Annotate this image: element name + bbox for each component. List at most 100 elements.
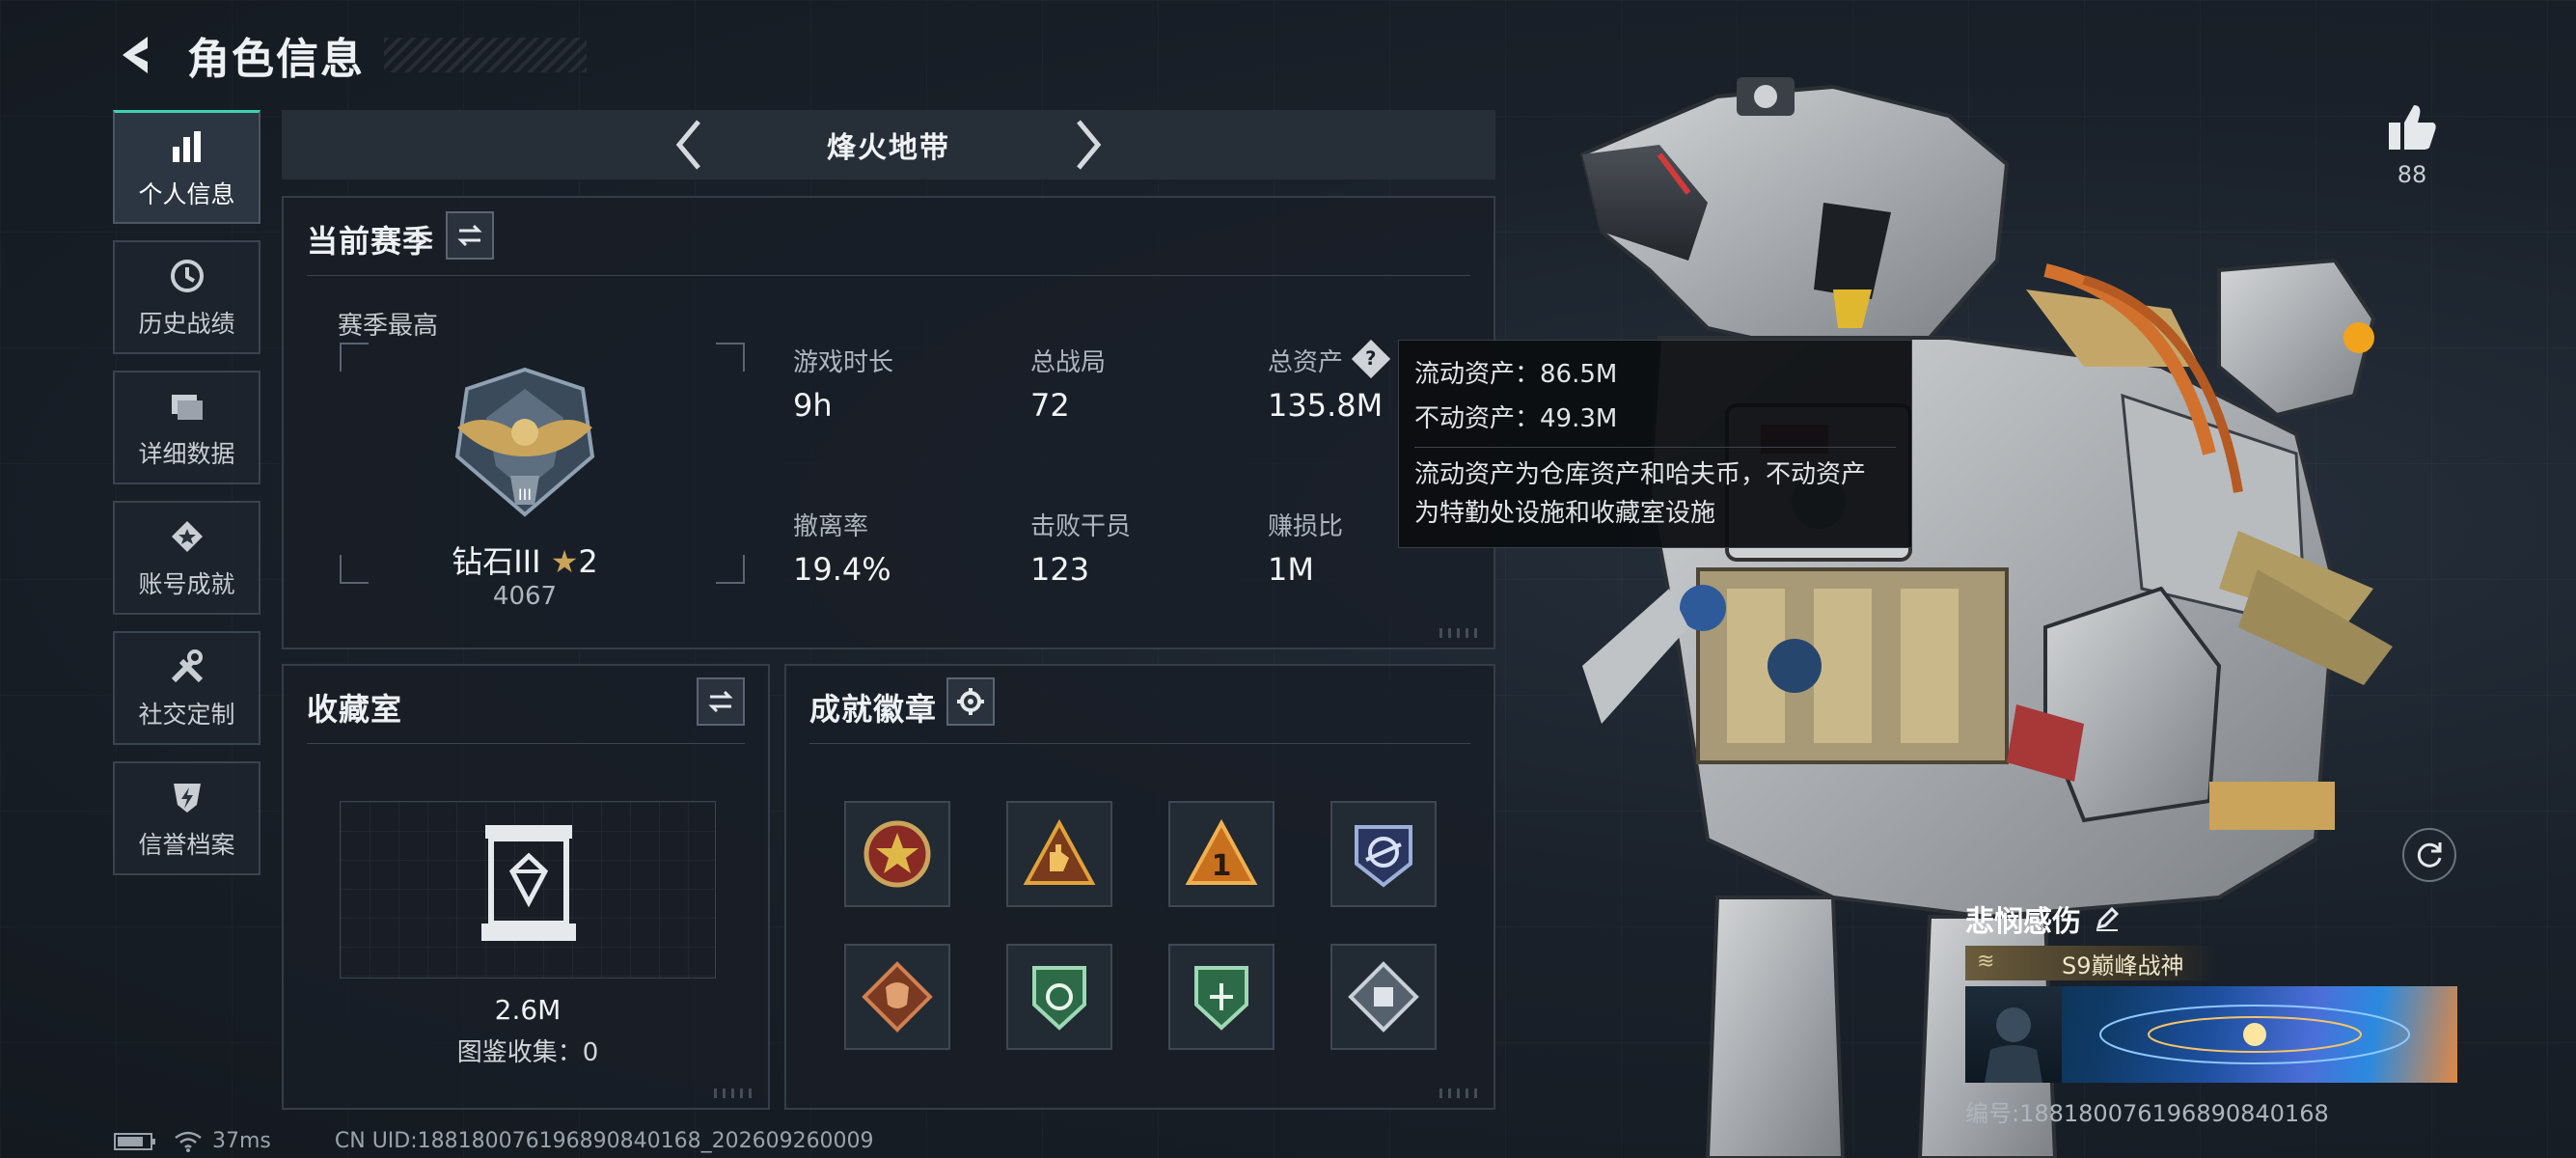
banner-artwork (2099, 1005, 2410, 1064)
sidebar-item-history[interactable]: 历史战绩 (113, 240, 260, 354)
sidebar-item-label: 账号成就 (138, 570, 235, 598)
rank-name: 钻石III (452, 543, 541, 580)
tooltip-desc-line1: 流动资产为仓库资产和哈夫币，不动资产 (1414, 460, 1867, 489)
title-wings-icon: ≋ (1977, 950, 1995, 974)
player-name: 悲悯感伤 (1965, 905, 2081, 939)
stat-value-total-assets: 135.8M (1268, 387, 1384, 424)
stat-value-kills: 123 (1030, 551, 1090, 588)
stat-value-profit-ratio: 1M (1268, 551, 1314, 588)
mode-title: 烽火地带 (827, 131, 950, 165)
page-title: 角色信息 (187, 35, 365, 84)
rank-stars: 2 (578, 543, 598, 580)
mode-prev-button[interactable] (660, 116, 718, 174)
divider (307, 743, 745, 744)
back-button[interactable] (108, 26, 166, 84)
uid-text: CN UID:1881800761968908401​68_2026092600… (334, 1129, 874, 1153)
display-case-icon (481, 825, 576, 941)
badges-title: 成就徽章 (809, 691, 938, 728)
dragon-badge-icon[interactable] (844, 944, 950, 1050)
tooltip-fixed-assets: 不动资产：49.3M (1414, 404, 1618, 433)
collection-preview[interactable] (340, 801, 716, 979)
gear-icon (957, 688, 984, 715)
collection-title: 收藏室 (307, 691, 403, 728)
sidebar-item-detailed-data[interactable]: 详细数据 (113, 371, 260, 484)
collection-value: 2.6M (494, 994, 562, 1026)
back-arrow-icon (123, 37, 148, 73)
green-shield-badge-icon[interactable] (1168, 944, 1274, 1050)
hand-badge-icon[interactable] (1006, 801, 1112, 907)
player-id: 编号:1881800761968908401​68 (1965, 1100, 2329, 1127)
player-namecard[interactable]: 悲悯感伤 ≋ S9巅峰战神 编号:1881800761968908401​68 (1965, 897, 2457, 1128)
panel-decoration (1439, 628, 1480, 638)
star-badge-icon[interactable] (844, 801, 950, 907)
svg-text:1: 1 (1212, 849, 1232, 883)
bar-chart-icon (166, 125, 208, 168)
badges-panel: 成就徽章 1 (784, 664, 1495, 1110)
rotate-view-button[interactable] (2402, 828, 2456, 882)
stat-value-play-time: 9h (793, 387, 833, 424)
frame-corner (340, 343, 369, 372)
ping-value: 37ms (212, 1129, 271, 1153)
wifi-icon (175, 1131, 202, 1152)
history-clock-icon (166, 255, 208, 297)
tooltip-liquid-assets: 流动资产：86.5M (1414, 360, 1618, 389)
tools-icon (166, 646, 208, 688)
collection-panel: 收藏室 2.6M 图鉴收集：0 (282, 664, 770, 1110)
eagle-badge-icon[interactable] (1330, 801, 1437, 907)
stat-label-total-assets: 总资产 (1268, 348, 1344, 377)
season-title: 当前赛季 (307, 223, 435, 260)
stat-label-extract-rate: 撤离率 (793, 512, 869, 541)
panel-decoration (714, 1089, 754, 1098)
green-shield-badge-icon[interactable] (1006, 944, 1112, 1050)
swap-arrows-icon (457, 224, 482, 247)
rank-line: 钻石III ★2 (284, 538, 766, 582)
like-button[interactable]: 88 (2383, 101, 2441, 188)
season-panel: 当前赛季 赛季最高 III 钻石III ★2 4067 游戏时长 9h 总战局 … (282, 196, 1495, 649)
chevron-right-icon (1077, 120, 1102, 170)
player-title-badge: ≋ S9巅峰战神 (1965, 946, 2216, 980)
divider (307, 275, 1470, 276)
player-name-row: 悲悯感伤 (1965, 897, 2457, 940)
sidebar-item-label: 历史战绩 (138, 310, 235, 338)
divider (809, 743, 1470, 744)
mode-selector: 烽火地带 (282, 110, 1495, 179)
folders-icon (166, 385, 208, 427)
badges-settings-button[interactable] (946, 677, 995, 726)
sidebar-item-achievements[interactable]: 账号成就 (113, 501, 260, 615)
stat-value-total-matches: 72 (1030, 387, 1070, 424)
rank-points: 4067 (492, 582, 558, 611)
thumbs-up-icon (2389, 105, 2436, 150)
namecard-banner (1965, 986, 2457, 1083)
mode-next-button[interactable] (1059, 116, 1117, 174)
tooltip-desc-line2: 为特勤处设施和收藏室设施 (1414, 499, 1716, 528)
number-one-badge-icon[interactable]: 1 (1168, 801, 1274, 907)
stat-label-profit-ratio: 赚损比 (1268, 512, 1344, 541)
sidebar: 个人信息 历史战绩 详细数据 账号成就 社交定制 信誉档案 (113, 110, 260, 892)
panel-decoration (1439, 1089, 1480, 1098)
sidebar-item-label: 个人信息 (138, 179, 235, 208)
svg-text:III: III (518, 485, 532, 504)
sidebar-item-reputation[interactable]: 信誉档案 (113, 761, 260, 875)
battery-icon (114, 1132, 155, 1150)
rank-emblem-icon: III (454, 367, 595, 517)
title-decoration (384, 38, 587, 72)
sidebar-item-label: 详细数据 (138, 440, 235, 468)
stat-label-kills: 击败干员 (1030, 512, 1132, 541)
header: 角色信息 (108, 21, 587, 89)
collection-switch-button[interactable] (697, 677, 745, 726)
divider (1414, 447, 1896, 448)
shield-bolt-icon (166, 776, 208, 818)
edit-pencil-icon[interactable] (2093, 904, 2122, 933)
status-bar: 37ms CN UID:1881800761968908401​68_20260… (114, 1129, 874, 1153)
season-best-label: 赛季最高 (338, 312, 439, 341)
diamond-badge-icon[interactable] (1330, 944, 1437, 1050)
assets-tooltip: 流动资产：86.5M 不动资产：49.3M 流动资产为仓库资产和哈夫币，不动资产… (1398, 340, 1912, 548)
frame-corner (716, 343, 745, 372)
season-switch-button[interactable] (446, 211, 494, 260)
sidebar-item-social-custom[interactable]: 社交定制 (113, 631, 260, 745)
rank-star-icon: ★ (550, 543, 579, 580)
sidebar-item-personal-info[interactable]: 个人信息 (113, 110, 260, 224)
help-icon[interactable]: ? (1351, 339, 1391, 379)
chevron-left-icon (675, 120, 700, 170)
stat-label-total-matches: 总战局 (1030, 348, 1107, 377)
